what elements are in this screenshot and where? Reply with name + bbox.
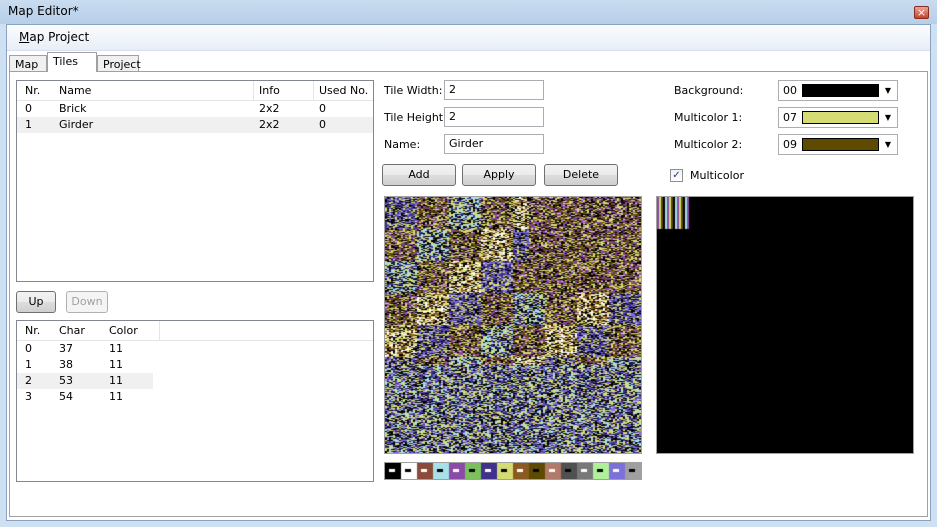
col-nr[interactable]: Nr. xyxy=(25,324,40,337)
multicolor2-value: 09 xyxy=(783,138,797,151)
menu-map-project[interactable]: Map Project xyxy=(19,30,89,44)
cell-color: 11 xyxy=(109,390,123,403)
cell-nr: 1 xyxy=(25,118,32,131)
multicolor1-value: 07 xyxy=(783,111,797,124)
chevron-down-icon[interactable]: ▼ xyxy=(881,110,895,125)
delete-button[interactable]: Delete xyxy=(544,164,618,186)
col-name[interactable]: Name xyxy=(59,84,91,97)
cell-used: 0 xyxy=(319,102,326,115)
list-item[interactable]: 2 53 11 xyxy=(17,373,153,389)
title-bar: Map Editor* × xyxy=(0,0,937,24)
col-char[interactable]: Char xyxy=(59,324,85,337)
col-info[interactable]: Info xyxy=(259,84,280,97)
background-label: Background: xyxy=(674,84,744,97)
tile-height-field[interactable]: 2 xyxy=(444,107,544,127)
table-row[interactable]: 1 Girder 2x2 0 xyxy=(17,117,373,133)
multicolor1-swatch xyxy=(802,111,879,124)
cell-char: 38 xyxy=(59,358,73,371)
multicolor2-swatch xyxy=(802,138,879,151)
cell-nr: 1 xyxy=(25,358,32,371)
up-button[interactable]: Up xyxy=(16,291,56,313)
charset-canvas[interactable] xyxy=(384,196,642,454)
apply-button[interactable]: Apply xyxy=(462,164,536,186)
window-title: Map Editor* xyxy=(8,4,79,18)
cell-name: Girder xyxy=(59,118,94,131)
background-combo[interactable]: 00 ▼ xyxy=(778,80,898,101)
cell-char: 37 xyxy=(59,342,73,355)
tile-height-label: Tile Height: xyxy=(384,111,447,124)
multicolor2-combo[interactable]: 09 ▼ xyxy=(778,134,898,155)
tile-name-field[interactable]: Girder xyxy=(444,134,544,154)
cell-nr: 2 xyxy=(25,374,32,387)
check-icon: ✓ xyxy=(672,170,681,181)
tab-tiles[interactable]: Tiles xyxy=(47,52,97,72)
cell-info: 2x2 xyxy=(259,102,280,115)
cell-nr: 3 xyxy=(25,390,32,403)
background-value: 00 xyxy=(783,84,797,97)
col-nr[interactable]: Nr. xyxy=(25,84,40,97)
cell-color: 11 xyxy=(109,358,123,371)
tile-width-field[interactable]: 2 xyxy=(444,80,544,100)
menu-bar: Map Project xyxy=(7,25,930,51)
col-color[interactable]: Color xyxy=(109,324,138,337)
table-row[interactable]: 0 Brick 2x2 0 xyxy=(17,101,373,117)
cell-name: Brick xyxy=(59,102,87,115)
cell-used: 0 xyxy=(319,118,326,131)
multicolor-label: Multicolor xyxy=(690,169,744,182)
chevron-down-icon[interactable]: ▼ xyxy=(881,83,895,98)
tiles-panel: Nr. Name Info Used No. 0 Brick 2x2 0 1 G… xyxy=(9,71,928,517)
window-body: Map Project Map Tiles Project Nr. Name I… xyxy=(6,24,931,521)
col-used[interactable]: Used No. xyxy=(319,84,368,97)
color-strip[interactable] xyxy=(384,462,642,480)
cell-char: 53 xyxy=(59,374,73,387)
tile-preview[interactable] xyxy=(656,196,914,454)
cell-char: 54 xyxy=(59,390,73,403)
tiles-list[interactable]: Nr. Name Info Used No. 0 Brick 2x2 0 1 G… xyxy=(16,80,374,282)
cell-nr: 0 xyxy=(25,342,32,355)
chars-list[interactable]: Nr. Char Color 0 37 11 1 38 11 2 53 11 3… xyxy=(16,320,374,482)
multicolor2-label: Multicolor 2: xyxy=(674,138,743,151)
multicolor-checkbox[interactable]: ✓ xyxy=(670,169,683,182)
tiles-list-header: Nr. Name Info Used No. xyxy=(17,81,373,101)
down-button[interactable]: Down xyxy=(66,291,108,313)
multicolor1-combo[interactable]: 07 ▼ xyxy=(778,107,898,128)
chevron-down-icon[interactable]: ▼ xyxy=(881,137,895,152)
cell-color: 11 xyxy=(109,342,123,355)
tile-width-label: Tile Width: xyxy=(384,84,443,97)
close-icon[interactable]: × xyxy=(914,6,929,19)
tab-project[interactable]: Project xyxy=(97,55,141,72)
list-item[interactable]: 0 37 11 xyxy=(17,341,373,357)
multicolor1-label: Multicolor 1: xyxy=(674,111,743,124)
chars-list-header: Nr. Char Color xyxy=(17,321,373,341)
add-button[interactable]: Add xyxy=(382,164,456,186)
cell-color: 11 xyxy=(109,374,123,387)
background-swatch xyxy=(802,84,879,97)
name-label: Name: xyxy=(384,138,421,151)
cell-nr: 0 xyxy=(25,102,32,115)
tab-map[interactable]: Map xyxy=(9,55,47,72)
list-item[interactable]: 3 54 11 xyxy=(17,389,373,405)
list-item[interactable]: 1 38 11 xyxy=(17,357,373,373)
cell-info: 2x2 xyxy=(259,118,280,131)
